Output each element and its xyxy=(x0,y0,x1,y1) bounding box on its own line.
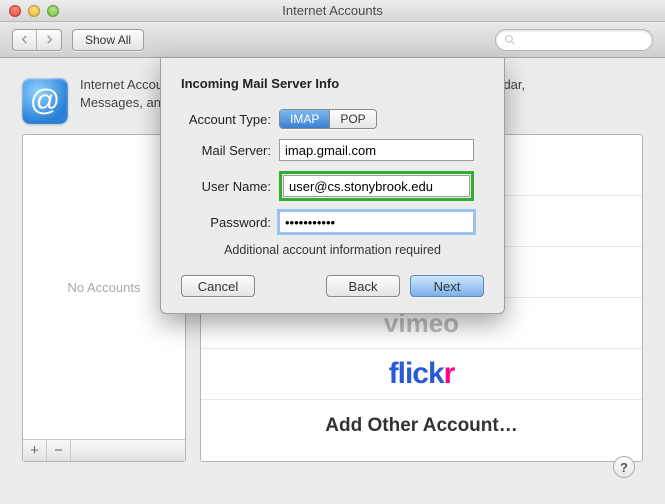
account-type-pop[interactable]: POP xyxy=(330,110,375,128)
help-button[interactable]: ? xyxy=(613,456,635,478)
back-button[interactable] xyxy=(13,30,37,50)
close-window-button[interactable] xyxy=(9,5,21,17)
search-icon xyxy=(504,34,516,46)
forward-button[interactable] xyxy=(37,30,61,50)
remove-account-button[interactable]: − xyxy=(47,440,71,461)
user-name-input[interactable] xyxy=(283,175,470,197)
back-sheet-button[interactable]: Back xyxy=(326,275,400,297)
add-account-button[interactable]: + xyxy=(23,440,47,461)
window-title: Internet Accounts xyxy=(0,3,665,18)
at-sign-icon: @ xyxy=(22,78,68,124)
search-field[interactable] xyxy=(495,29,653,51)
provider-flickr[interactable]: flickr xyxy=(201,349,642,400)
cancel-button[interactable]: Cancel xyxy=(181,275,255,297)
nav-segmented xyxy=(12,29,62,51)
label-account-type: Account Type: xyxy=(181,112,279,127)
sheet-title: Incoming Mail Server Info xyxy=(181,76,484,91)
additional-info-label: Additional account information required xyxy=(181,243,484,257)
account-type-imap[interactable]: IMAP xyxy=(280,110,330,128)
flickr-text-b: r xyxy=(444,357,455,390)
password-input[interactable] xyxy=(279,211,474,233)
label-mail-server: Mail Server: xyxy=(181,143,279,158)
incoming-mail-sheet: Incoming Mail Server Info Account Type: … xyxy=(160,58,505,314)
zoom-window-button[interactable] xyxy=(47,5,59,17)
window-controls xyxy=(9,5,59,17)
label-user-name: User Name: xyxy=(181,179,279,194)
toolbar: Show All xyxy=(0,22,665,58)
next-button[interactable]: Next xyxy=(410,275,484,297)
titlebar: Internet Accounts xyxy=(0,0,665,22)
flickr-text-a: flick xyxy=(389,357,444,390)
sidebar-footer: + − xyxy=(23,439,185,461)
label-password: Password: xyxy=(181,215,279,230)
mail-server-input[interactable] xyxy=(279,139,474,161)
add-other-account[interactable]: Add Other Account… xyxy=(201,400,642,451)
username-highlight xyxy=(279,171,474,201)
show-all-button[interactable]: Show All xyxy=(72,29,144,51)
minimize-window-button[interactable] xyxy=(28,5,40,17)
account-type-segmented[interactable]: IMAP POP xyxy=(279,109,377,129)
